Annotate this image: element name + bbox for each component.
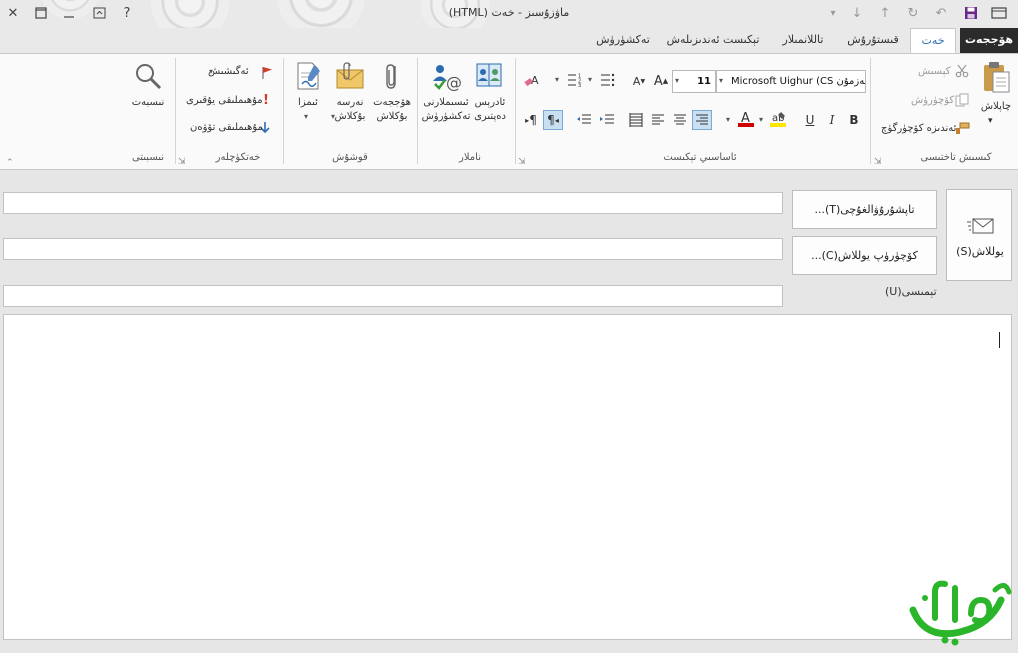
collapse-ribbon-icon[interactable]: ⌃	[6, 158, 14, 168]
format-painter-icon[interactable]	[954, 120, 970, 136]
app-icon	[990, 4, 1008, 22]
group-separator	[515, 58, 516, 164]
tags-dialog-launcher-icon[interactable]: ⇲	[178, 157, 186, 167]
check-names-button[interactable]: ئىسىملارنى تەكشۈرۈش	[420, 96, 472, 124]
attach-file-icon[interactable]	[380, 60, 404, 92]
basic-text-group-label: ئاساسىي تېكىست	[663, 152, 737, 163]
paste-button[interactable]: چاپلاش	[978, 100, 1014, 114]
save-icon[interactable]	[962, 4, 980, 22]
svg-text:@: @	[446, 73, 461, 91]
attach-item-icon[interactable]	[334, 60, 366, 92]
low-importance-button[interactable]: مۇھىملىقى تۆۋەن	[190, 122, 263, 133]
ltr-direction-button[interactable]: ▸ ¶	[521, 110, 541, 130]
tab-format-text[interactable]: تېكىست ئەندىزىلەش	[660, 28, 766, 53]
clear-formatting-icon[interactable]: A	[522, 70, 542, 90]
down-arrow-icon[interactable]: ↓	[848, 4, 866, 22]
customize-qat-icon[interactable]: ▾	[824, 4, 842, 22]
redo-icon[interactable]: ↻	[904, 4, 922, 22]
clipboard-group-label: كىسىش تاختىسى	[920, 152, 992, 163]
numbering-dropdown-icon[interactable]: ▾	[555, 75, 559, 84]
attach-item-button[interactable]: نەرسە بۇكلاش	[330, 96, 370, 124]
bullets-icon[interactable]	[598, 70, 618, 90]
follow-up-button[interactable]: ئەگىشىش	[208, 66, 249, 77]
watermark-logo	[905, 570, 1015, 648]
undo-icon[interactable]: ↶	[932, 4, 950, 22]
tab-insert[interactable]: قىستۇرۇش	[840, 28, 906, 53]
text-cursor	[999, 332, 1000, 348]
shrink-font-icon[interactable]: A ▼	[629, 71, 649, 91]
group-separator	[175, 58, 176, 164]
copy-icon[interactable]	[954, 92, 970, 108]
align-left-icon[interactable]	[648, 110, 668, 130]
title-bar: ✕ ? ماۋزۇسىز - خەت (HTML) ▾ ↓ ↑ ↻ ↶	[0, 0, 1018, 28]
up-arrow-icon[interactable]: ↑	[876, 4, 894, 22]
grow-font-icon[interactable]: A ▲	[651, 71, 671, 91]
underline-button[interactable]: U	[800, 110, 820, 130]
flag-icon[interactable]	[260, 65, 274, 79]
message-body[interactable]	[3, 314, 1012, 640]
svg-text:A: A	[531, 74, 539, 87]
scissors-icon[interactable]	[954, 63, 970, 79]
names-group-label: ناملار	[459, 152, 481, 163]
cut-button[interactable]: كېسىش	[918, 66, 950, 77]
group-separator	[870, 58, 871, 164]
signature-button[interactable]: ئىمزا	[292, 96, 324, 110]
include-group-label: قوشۇش	[332, 152, 368, 163]
send-button[interactable]: يوللاش(S)	[946, 189, 1012, 281]
to-button[interactable]: تاپشۇرۇۋالغۇچى(T)...	[792, 190, 937, 229]
group-separator	[283, 58, 284, 164]
format-painter-button[interactable]: ئەندىزە كۆچۈرگۈچ	[881, 123, 956, 134]
rtl-direction-button[interactable]: ¶ ◂	[543, 110, 563, 130]
highlight-dropdown-icon[interactable]: ▾	[759, 115, 763, 124]
ribbon: چاپلاش ▾ كېسىش كۆچۈرۈش ئەندىزە كۆچۈرگۈچ …	[0, 53, 1018, 170]
decrease-indent-icon[interactable]	[574, 110, 594, 130]
paste-icon[interactable]	[980, 60, 1012, 94]
signature-dropdown-icon[interactable]: ▾	[304, 112, 308, 121]
paste-dropdown-icon[interactable]: ▾	[988, 116, 993, 126]
tab-message[interactable]: خەت	[910, 28, 956, 53]
follow-up-dropdown-icon[interactable]: ▾	[209, 67, 213, 76]
justify-icon[interactable]	[626, 110, 646, 130]
font-name-combo[interactable]: Microsoft Uighur (CS مەزمۇن)	[716, 70, 866, 93]
font-color-dropdown-icon[interactable]: ▾	[726, 115, 730, 124]
italic-button[interactable]: I	[822, 110, 842, 130]
address-book-icon[interactable]	[473, 60, 505, 92]
basic-text-dialog-launcher-icon[interactable]: ⇲	[518, 157, 526, 167]
tab-options[interactable]: تاللانمىلار	[770, 28, 836, 53]
ribbon-tabs: ھۆججەت خەت قىستۇرۇش تاللانمىلار تېكىست ئ…	[0, 28, 1018, 53]
zoom-icon[interactable]	[132, 60, 164, 92]
tab-review[interactable]: تەكشۈرۈش	[590, 28, 656, 53]
subject-field[interactable]	[3, 285, 783, 307]
increase-indent-icon[interactable]	[597, 110, 617, 130]
font-color-icon[interactable]: A	[736, 109, 756, 129]
svg-text:3: 3	[578, 83, 581, 87]
group-separator	[417, 58, 418, 164]
signature-icon[interactable]	[293, 60, 323, 92]
zoom-group-label: نىسبىتى	[131, 152, 165, 163]
attach-item-dropdown-icon[interactable]: ▾	[331, 112, 335, 121]
tab-file[interactable]: ھۆججەت	[960, 28, 1018, 53]
tags-group-label: خەتكۈچلەر	[215, 152, 261, 163]
highlight-icon[interactable]: ab	[768, 109, 788, 129]
numbering-icon[interactable]: 123	[565, 70, 585, 90]
to-field[interactable]	[3, 192, 783, 214]
copy-button[interactable]: كۆچۈرۈش	[911, 95, 954, 106]
send-icon	[967, 216, 995, 239]
subject-label: تېمىسى(U)	[885, 285, 937, 298]
zoom-button[interactable]: نىسبەت	[126, 96, 170, 110]
send-label: يوللاش(S)	[956, 245, 1004, 258]
font-name-dropdown-icon[interactable]: ▾	[719, 76, 723, 85]
bullets-dropdown-icon[interactable]: ▾	[588, 75, 592, 84]
font-size-dropdown-icon[interactable]: ▾	[675, 76, 679, 85]
cc-button[interactable]: كۆچۈرۈپ يوللاش(C)...	[792, 236, 937, 275]
attach-file-button[interactable]: ھۆججەت بۇكلاش	[370, 96, 414, 124]
align-right-icon[interactable]	[692, 110, 712, 130]
clipboard-dialog-launcher-icon[interactable]: ⇲	[874, 157, 882, 167]
high-importance-button[interactable]: مۇھىملىقى يۇقىرى	[186, 95, 263, 106]
bold-button[interactable]: B	[844, 110, 864, 130]
check-names-icon[interactable]: @	[430, 60, 462, 92]
cc-field[interactable]	[3, 238, 783, 260]
align-center-icon[interactable]	[670, 110, 690, 130]
address-book-button[interactable]: ئادرېس دەپتىرى	[468, 96, 512, 124]
